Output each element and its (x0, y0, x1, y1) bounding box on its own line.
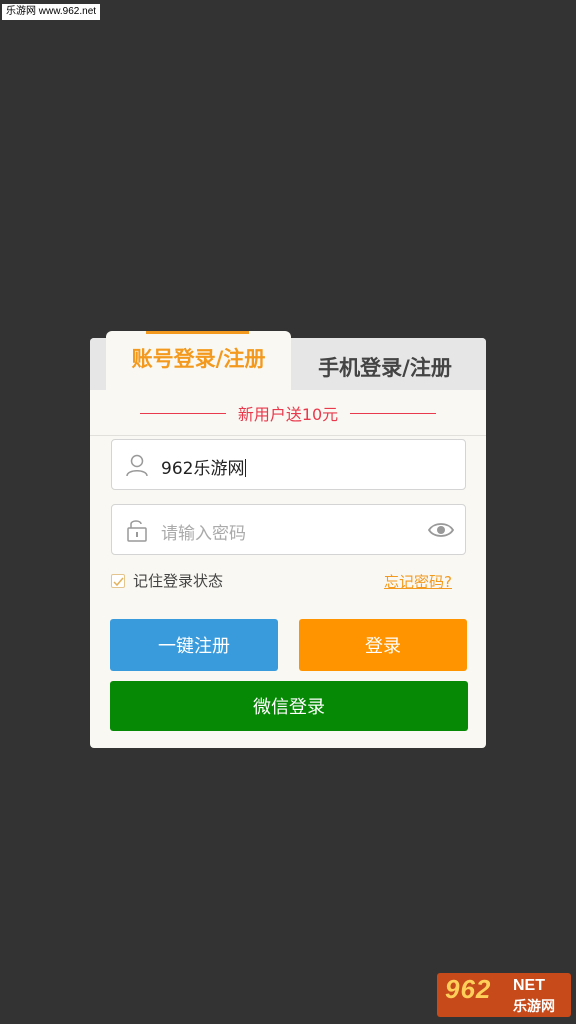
login-dialog: 账号登录/注册 手机登录/注册 新用户送10元 962乐游网 请输入密码 记住登… (90, 331, 486, 748)
username-value-wrap: 962乐游网 (161, 454, 247, 479)
watermark-logo-number: 962 (445, 974, 492, 1004)
password-field[interactable]: 请输入密码 (111, 504, 466, 555)
user-icon (126, 454, 148, 477)
promo-text: 新用户送10元 (237, 405, 339, 424)
watermark-top: 乐游网 www.962.net (2, 4, 101, 20)
tab-phone-login[interactable]: 手机登录/注册 (300, 352, 470, 382)
watermark-logo-sub: 乐游网 (513, 998, 555, 1014)
remember-label: 记住登录状态 (133, 572, 224, 590)
text-caret (245, 459, 247, 477)
remember-login[interactable]: 记住登录状态 (111, 570, 223, 591)
lock-icon (127, 520, 147, 542)
remember-checkbox[interactable] (111, 573, 125, 588)
tab-active-indicator (146, 331, 249, 334)
wechat-login-button[interactable]: 微信登录 (110, 681, 468, 731)
eye-icon[interactable] (428, 521, 454, 539)
tab-account-login[interactable]: 账号登录/注册 (106, 331, 291, 391)
username-value: 962乐游网 (161, 459, 245, 479)
divider (90, 435, 486, 436)
promo-line-right (350, 412, 437, 414)
promo-line-left (139, 412, 226, 414)
password-placeholder: 请输入密码 (161, 524, 246, 544)
forgot-password-link[interactable]: 忘记密码? (384, 571, 452, 592)
promo-banner: 新用户送10元 (90, 398, 486, 428)
register-button[interactable]: 一键注册 (110, 619, 278, 671)
login-button[interactable]: 登录 (299, 619, 467, 671)
check-icon (113, 577, 124, 586)
watermark-logo-net: NET (513, 977, 545, 994)
watermark-logo: 962 NET 乐游网 (437, 973, 571, 1017)
tab-account-label: 账号登录/注册 (131, 347, 266, 371)
username-field[interactable]: 962乐游网 (111, 439, 466, 490)
